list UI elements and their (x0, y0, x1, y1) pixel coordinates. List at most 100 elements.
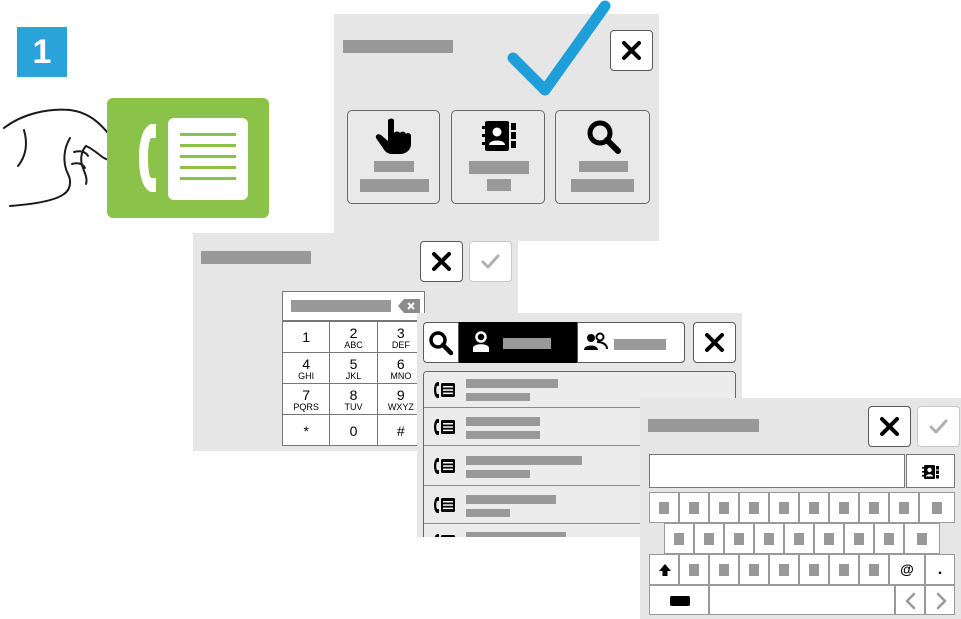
cancel-button[interactable] (868, 406, 911, 447)
key[interactable] (919, 492, 955, 523)
key-letters: PQRS (293, 401, 319, 412)
users-icon (584, 332, 608, 350)
key-0[interactable]: 0 (329, 414, 378, 446)
key[interactable] (739, 554, 769, 585)
key[interactable] (769, 492, 799, 523)
key-letters: GHI (298, 370, 315, 381)
key[interactable] (709, 554, 739, 585)
cancel-button[interactable] (420, 241, 463, 282)
contact-name-placeholder (466, 456, 582, 465)
key[interactable] (724, 523, 754, 554)
contact-name-placeholder (466, 532, 566, 537)
at-key-label: @ (900, 561, 914, 577)
address-book-icon (922, 465, 939, 479)
tile-label-line2 (487, 179, 511, 191)
key-4[interactable]: 4 GHI (281, 352, 331, 384)
key[interactable] (664, 523, 694, 554)
tile-label-line1 (469, 161, 529, 174)
manual-entry-tile[interactable] (347, 110, 440, 204)
check-icon (929, 419, 948, 434)
backspace-icon[interactable] (397, 298, 421, 314)
panel-title-placeholder (648, 419, 759, 432)
touch-icon (375, 118, 411, 154)
key[interactable] (874, 523, 904, 554)
key[interactable] (649, 492, 679, 523)
key-digit: 5 (349, 355, 358, 372)
key[interactable] (829, 492, 859, 523)
key[interactable] (844, 523, 874, 554)
text-input[interactable] (649, 454, 905, 488)
key-2[interactable]: 2 ABC (329, 321, 378, 353)
phone-contact-icon (434, 458, 455, 474)
shift-key[interactable] (649, 554, 679, 585)
contact-number-placeholder (466, 431, 540, 439)
number-field-placeholder (291, 300, 391, 312)
key[interactable] (904, 523, 940, 554)
key[interactable] (799, 492, 829, 523)
key[interactable] (799, 554, 829, 585)
close-button[interactable] (610, 30, 653, 71)
cursor-left-key[interactable] (895, 585, 925, 615)
tile-label-line1 (579, 161, 628, 172)
search-tile[interactable] (555, 110, 650, 204)
key-letters: TUV (344, 401, 363, 412)
key[interactable] (694, 523, 724, 554)
cursor-right-key[interactable] (925, 585, 955, 615)
address-book-tile[interactable] (451, 110, 545, 204)
symbols-key[interactable] (649, 585, 709, 615)
address-book-icon (482, 121, 516, 151)
key[interactable] (709, 492, 739, 523)
key[interactable] (859, 554, 889, 585)
phone-contact-icon (434, 419, 455, 435)
confirm-button[interactable] (917, 406, 960, 447)
individuals-tab[interactable] (459, 322, 577, 363)
tab-label-placeholder (614, 339, 666, 350)
groups-tab[interactable] (577, 322, 685, 363)
key-digit: 1 (302, 329, 311, 345)
user-icon (473, 331, 489, 352)
panel-title-placeholder (201, 251, 311, 264)
at-key[interactable]: @ (889, 554, 925, 585)
tile-label-line2 (360, 179, 429, 192)
phone-contact-icon (434, 382, 455, 398)
key[interactable] (769, 554, 799, 585)
close-button[interactable] (693, 322, 736, 363)
contact-name-placeholder (466, 495, 556, 504)
key[interactable] (829, 554, 859, 585)
key-digit: 8 (349, 386, 358, 403)
check-icon (481, 254, 500, 269)
key[interactable] (814, 523, 844, 554)
key-star[interactable]: * (281, 414, 331, 446)
phone-app-icon[interactable] (107, 98, 269, 218)
search-tab[interactable] (423, 322, 459, 363)
key-digit: * (303, 422, 309, 439)
key[interactable] (739, 492, 769, 523)
dot-key[interactable]: . (925, 554, 955, 585)
key-digit: 0 (349, 422, 358, 439)
space-key[interactable] (709, 585, 895, 615)
contact-name-placeholder (466, 417, 540, 426)
key-8[interactable]: 8 TUV (329, 383, 378, 415)
keyboard-panel: @ . (640, 398, 961, 619)
key-5[interactable]: 5 JKL (329, 352, 378, 384)
key[interactable] (679, 554, 709, 585)
close-icon (432, 252, 451, 271)
key[interactable] (754, 523, 784, 554)
phone-contact-icon (434, 534, 455, 537)
confirm-button[interactable] (469, 241, 512, 282)
close-icon (622, 41, 641, 60)
key-1[interactable]: 1 (281, 321, 331, 353)
contact-number-placeholder (466, 470, 530, 478)
key[interactable] (679, 492, 709, 523)
address-book-button[interactable] (906, 454, 955, 488)
key-7[interactable]: 7 PQRS (281, 383, 331, 415)
key[interactable] (784, 523, 814, 554)
keyboard-toggle-icon (670, 596, 690, 606)
key[interactable] (859, 492, 889, 523)
key-digit: 2 (349, 324, 358, 341)
chevron-left-icon (905, 592, 916, 610)
key[interactable] (889, 492, 919, 523)
close-icon (880, 417, 899, 436)
number-field[interactable] (282, 291, 425, 321)
panel-title-placeholder (343, 40, 453, 53)
